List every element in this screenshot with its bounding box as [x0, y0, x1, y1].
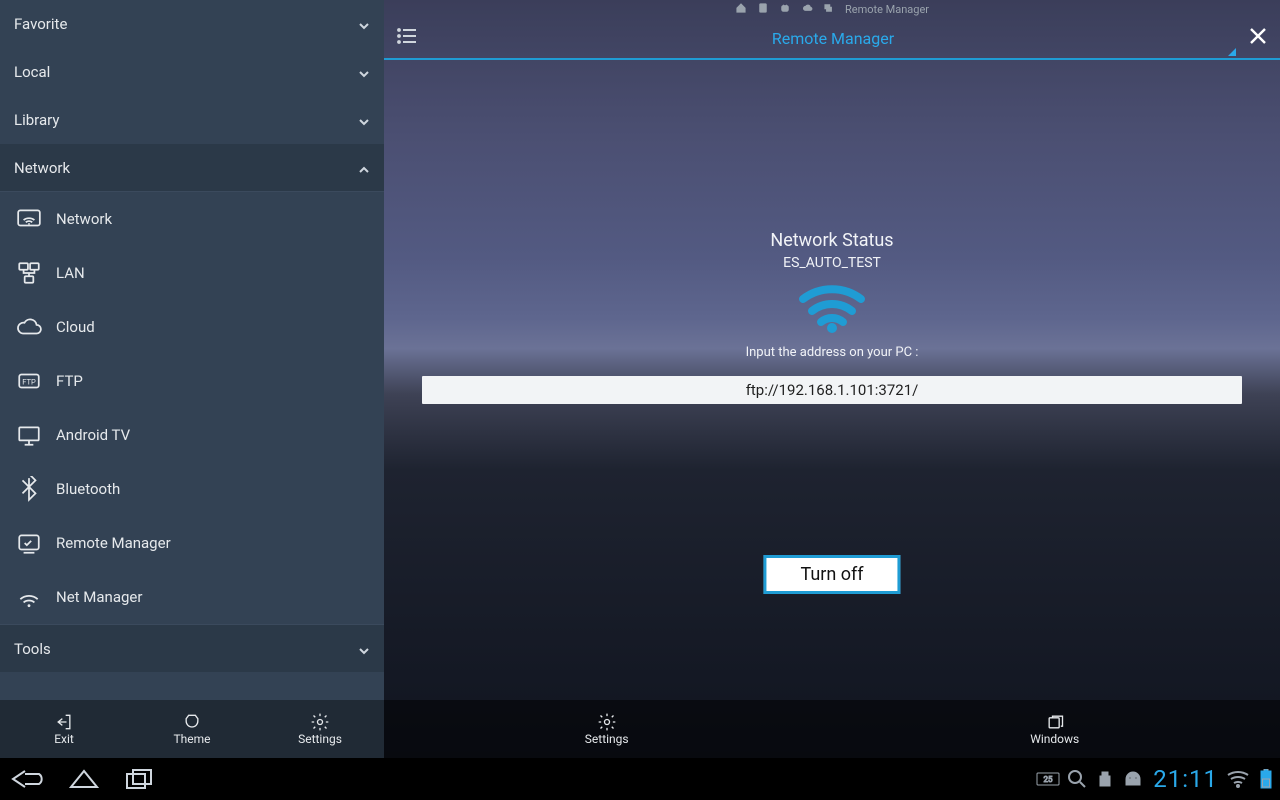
main-settings-button[interactable]: Settings	[585, 712, 629, 746]
recent-apps-button[interactable]	[112, 758, 168, 800]
cloud-small-icon[interactable]	[801, 3, 813, 16]
home-button[interactable]	[56, 758, 112, 800]
theme-button[interactable]: Theme	[128, 700, 256, 758]
sidebar-section-network[interactable]: Network	[0, 144, 384, 192]
chevron-down-icon	[358, 66, 370, 78]
button-label: Settings	[298, 732, 342, 746]
sidebar-item-label: Cloud	[56, 318, 95, 336]
sidebar-item-remote-manager[interactable]: Remote Manager	[0, 516, 384, 570]
chevron-up-icon	[358, 162, 370, 174]
menu-icon[interactable]	[396, 27, 418, 49]
system-nav-bar: 25 21:11	[0, 758, 1280, 800]
sidebar-item-label: LAN	[56, 264, 85, 282]
clock[interactable]: 21:11	[1153, 765, 1218, 793]
breadcrumb-current: Remote Manager	[845, 3, 929, 16]
sidebar: Favorite Local Library Network	[0, 0, 384, 758]
svg-text:FTP: FTP	[22, 377, 36, 386]
sidebar-item-network[interactable]: Network	[0, 192, 384, 246]
chevron-down-icon	[358, 114, 370, 126]
section-label: Library	[14, 111, 358, 129]
sidebar-item-label: Net Manager	[56, 588, 142, 606]
windows-small-icon[interactable]	[823, 3, 835, 16]
sidebar-item-lan[interactable]: LAN	[0, 246, 384, 300]
android-icon[interactable]	[779, 3, 791, 16]
sd-icon[interactable]	[757, 3, 769, 16]
settings-button[interactable]: Settings	[256, 700, 384, 758]
section-label: Local	[14, 63, 358, 81]
svg-text:25: 25	[1044, 775, 1053, 784]
content-area: Network Status ES_AUTO_TEST Input the ad…	[384, 60, 1280, 700]
wifi-box-icon	[16, 206, 42, 232]
instruction-text: Input the address on your PC :	[746, 345, 919, 360]
main-area: Remote Manager Remote Manager Network St…	[384, 0, 1280, 758]
network-sublist: Network LAN Cloud FTP FTP	[0, 192, 384, 624]
home-icon[interactable]	[735, 3, 747, 16]
sidebar-item-androidtv[interactable]: Android TV	[0, 408, 384, 462]
sidebar-item-bluetooth[interactable]: Bluetooth	[0, 462, 384, 516]
back-button[interactable]	[0, 758, 56, 800]
bluetooth-icon	[16, 476, 42, 502]
android-status-icon	[1119, 771, 1147, 787]
search-icon[interactable]	[1063, 769, 1091, 789]
wifi-status-icon	[1224, 770, 1252, 788]
cloud-icon	[16, 314, 42, 340]
sidebar-item-label: FTP	[56, 372, 83, 390]
battery-icon	[1252, 769, 1280, 789]
sidebar-section-library[interactable]: Library	[0, 96, 384, 144]
usb-icon	[1091, 770, 1119, 788]
button-label: Settings	[585, 732, 629, 746]
network-status-title: Network Status	[770, 230, 893, 251]
sidebar-item-label: Bluetooth	[56, 480, 120, 498]
breadcrumb[interactable]: Remote Manager	[384, 0, 1280, 18]
sidebar-section-local[interactable]: Local	[0, 48, 384, 96]
wifi-icon	[797, 285, 867, 333]
exit-button[interactable]: Exit	[0, 700, 128, 758]
sidebar-section-favorite[interactable]: Favorite	[0, 0, 384, 48]
ftp-icon: FTP	[16, 368, 42, 394]
remote-manager-icon	[16, 530, 42, 556]
section-label: Favorite	[14, 15, 358, 33]
sidebar-item-net-manager[interactable]: Net Manager	[0, 570, 384, 624]
close-icon[interactable]	[1248, 26, 1268, 50]
tv-icon	[16, 422, 42, 448]
section-label: Network	[14, 159, 358, 177]
button-label: Exit	[54, 732, 74, 746]
battery-pct-icon: 25	[1035, 772, 1063, 786]
sidebar-item-label: Remote Manager	[56, 534, 171, 552]
network-ssid: ES_AUTO_TEST	[783, 255, 881, 271]
section-label: Tools	[14, 640, 358, 658]
sidebar-item-label: Android TV	[56, 426, 130, 444]
sidebar-item-ftp[interactable]: FTP FTP	[0, 354, 384, 408]
sidebar-item-label: Network	[56, 210, 112, 228]
turn-off-button[interactable]: Turn off	[763, 555, 900, 594]
chevron-down-icon	[358, 643, 370, 655]
lan-icon	[16, 260, 42, 286]
dropdown-indicator-icon[interactable]	[1228, 48, 1236, 56]
sidebar-item-cloud[interactable]: Cloud	[0, 300, 384, 354]
main-footer: Settings Windows	[384, 700, 1280, 758]
net-manager-icon	[16, 584, 42, 610]
sidebar-section-tools[interactable]: Tools	[0, 624, 384, 672]
titlebar: Remote Manager	[384, 18, 1280, 60]
chevron-down-icon	[358, 18, 370, 30]
main-windows-button[interactable]: Windows	[1030, 712, 1079, 746]
ftp-address[interactable]: ftp://192.168.1.101:3721/	[422, 376, 1242, 404]
button-label: Windows	[1030, 732, 1079, 746]
button-label: Theme	[173, 732, 210, 746]
sidebar-footer: Exit Theme Settings	[0, 700, 384, 758]
page-title: Remote Manager	[418, 29, 1248, 48]
